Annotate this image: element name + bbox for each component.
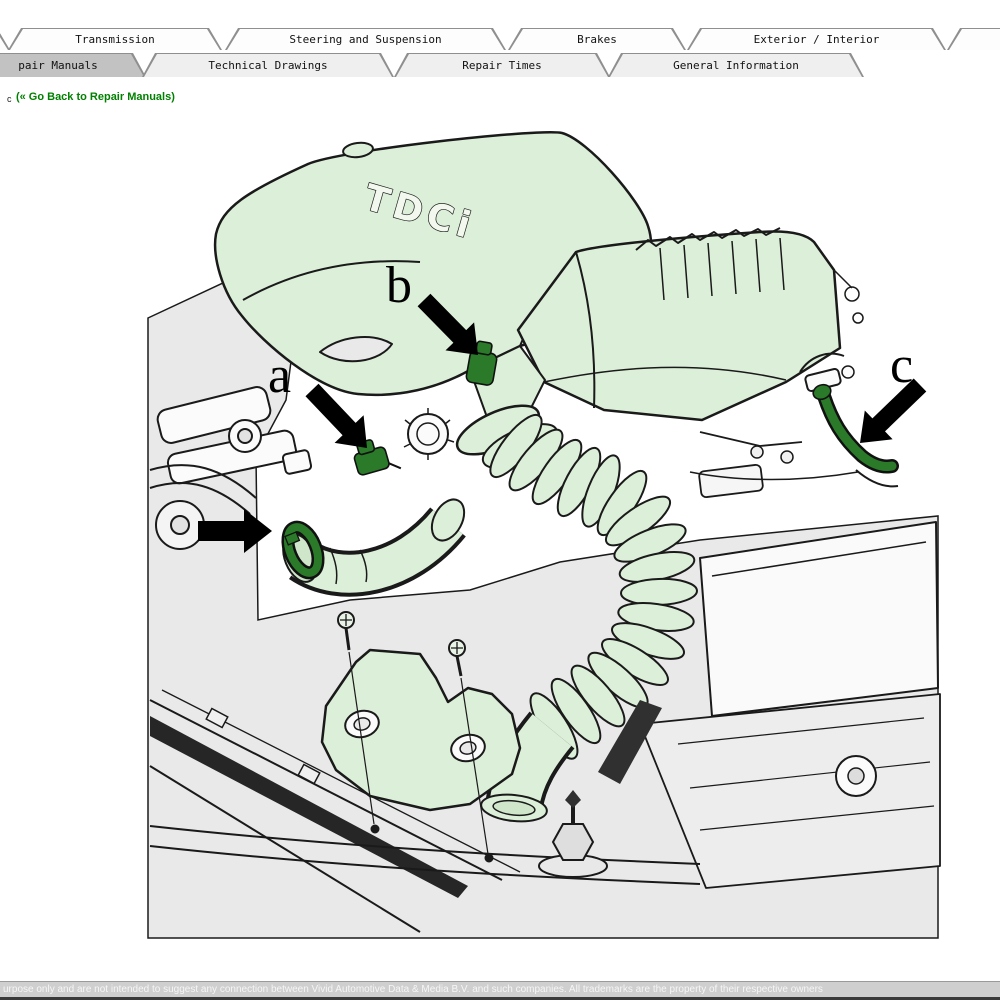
go-back-link[interactable]: (« Go Back to Repair Manuals) bbox=[16, 91, 175, 103]
tab-face: Steering and Suspension bbox=[227, 29, 504, 50]
tab-face: pair Manuals bbox=[0, 54, 144, 77]
tab-face: Repair Times bbox=[396, 54, 608, 77]
tab-transmission[interactable]: Transmission bbox=[8, 28, 222, 50]
callout-label-c: c bbox=[890, 337, 913, 394]
tab-row-primary: Transmission Steering and Suspension Bra… bbox=[0, 28, 1000, 50]
back-link-prefix: c bbox=[7, 94, 12, 104]
tab-label: Exterior / Interior bbox=[754, 33, 880, 46]
callout-label-b: b bbox=[386, 257, 412, 314]
tab-steering-and-suspension[interactable]: Steering and Suspension bbox=[225, 28, 506, 50]
tab-label: Brakes bbox=[577, 33, 617, 46]
tab-face bbox=[949, 29, 1000, 50]
tab-face: General Information bbox=[610, 54, 862, 77]
tab-label: Transmission bbox=[75, 33, 154, 46]
tab-repair-manuals[interactable]: pair Manuals bbox=[0, 53, 146, 77]
tab-partial-right[interactable] bbox=[947, 28, 1000, 50]
back-link-row: c (« Go Back to Repair Manuals) bbox=[7, 87, 175, 105]
tab-face: Technical Drawings bbox=[144, 54, 392, 77]
tab-face: Exterior / Interior bbox=[689, 29, 944, 50]
status-bar-text: urpose only and are not intended to sugg… bbox=[3, 984, 823, 995]
tab-technical-drawings[interactable]: Technical Drawings bbox=[142, 53, 394, 77]
tab-label: General Information bbox=[673, 59, 799, 72]
tab-exterior-interior[interactable]: Exterior / Interior bbox=[687, 28, 946, 50]
status-bar: urpose only and are not intended to sugg… bbox=[0, 981, 1000, 1000]
tab-row-secondary: pair Manuals Technical Drawings Repair T… bbox=[0, 53, 1000, 77]
engine-diagram: TDCi bbox=[0, 105, 1000, 975]
tab-general-information[interactable]: General Information bbox=[608, 53, 864, 77]
tab-label: pair Manuals bbox=[18, 59, 97, 72]
tab-label: Technical Drawings bbox=[208, 59, 327, 72]
tab-label: Steering and Suspension bbox=[289, 33, 441, 46]
tab-repair-times[interactable]: Repair Times bbox=[394, 53, 610, 77]
tab-face: Brakes bbox=[510, 29, 684, 50]
tab-brakes[interactable]: Brakes bbox=[508, 28, 686, 50]
tab-label: Repair Times bbox=[462, 59, 541, 72]
tab-face: Transmission bbox=[10, 29, 220, 50]
callout-label-a: a bbox=[268, 347, 291, 404]
